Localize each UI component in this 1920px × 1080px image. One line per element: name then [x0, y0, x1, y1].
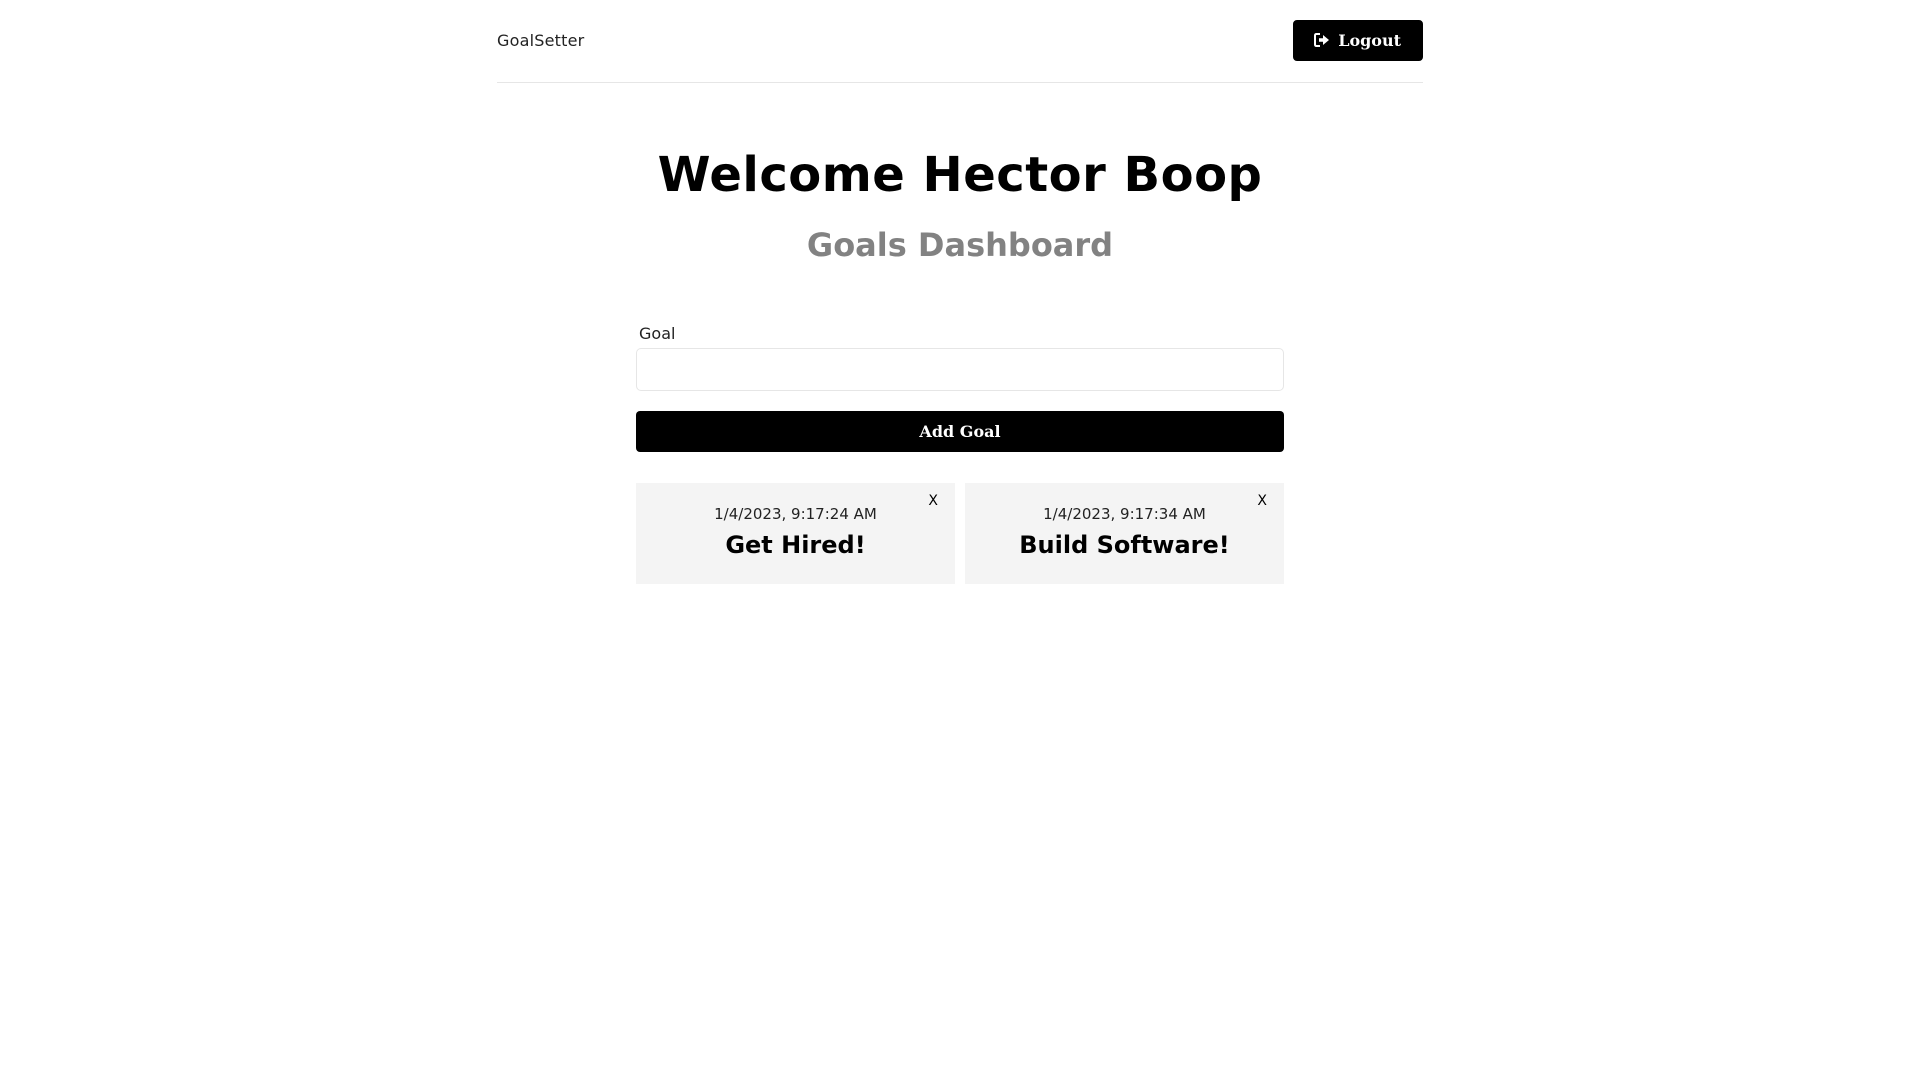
- goal-form: Goal Add Goal: [636, 324, 1284, 452]
- goal-input[interactable]: [636, 348, 1284, 391]
- delete-goal-button[interactable]: X: [1253, 491, 1271, 511]
- delete-goal-button[interactable]: X: [924, 491, 942, 511]
- logout-button[interactable]: Logout: [1293, 19, 1423, 61]
- goal-card: 1/4/2023, 9:17:24 AM Get Hired! X: [636, 483, 955, 584]
- sign-out-icon: [1314, 33, 1330, 47]
- add-goal-button[interactable]: Add Goal: [636, 411, 1284, 452]
- logout-label: Logout: [1338, 30, 1401, 50]
- goal-text: Get Hired!: [725, 530, 866, 559]
- welcome-title: Welcome Hector Boop: [657, 147, 1263, 203]
- logo-link[interactable]: GoalSetter: [497, 31, 584, 50]
- goals-list: 1/4/2023, 9:17:24 AM Get Hired! X 1/4/20…: [636, 483, 1284, 584]
- heading-section: Welcome Hector Boop Goals Dashboard: [497, 151, 1423, 261]
- goal-date: 1/4/2023, 9:17:34 AM: [1043, 505, 1206, 523]
- goal-text: Build Software!: [1019, 530, 1230, 559]
- header: GoalSetter Logout: [497, 0, 1423, 83]
- dashboard-subtitle: Goals Dashboard: [806, 226, 1114, 264]
- app-container: GoalSetter Logout Welcome Hector Boop Go…: [497, 0, 1423, 584]
- goal-date: 1/4/2023, 9:17:24 AM: [714, 505, 877, 523]
- goal-label: Goal: [639, 324, 676, 343]
- goal-card: 1/4/2023, 9:17:34 AM Build Software! X: [965, 483, 1284, 584]
